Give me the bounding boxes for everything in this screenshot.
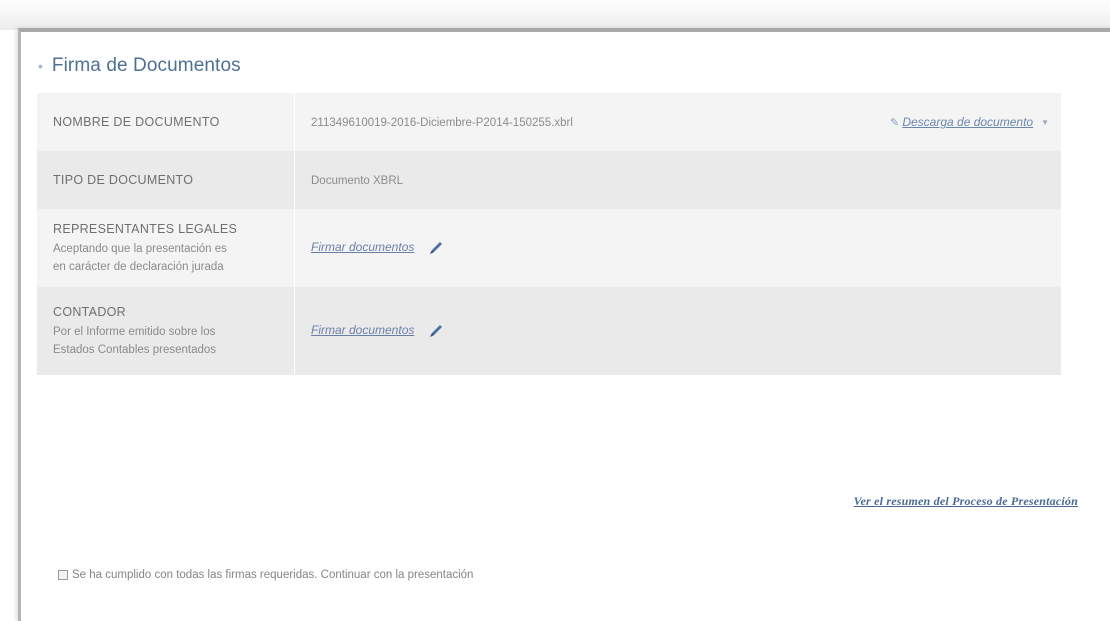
document-name-label: NOMBRE DE DOCUMENTO [53,115,220,129]
bullet-icon: • [38,58,43,74]
table-row: TIPO DE DOCUMENTO Documento XBRL [37,151,1061,209]
row-value-cell: Documento XBRL [294,151,1061,209]
top-band [0,0,1110,30]
table-row: NOMBRE DE DOCUMENTO 211349610019-2016-Di… [37,93,1061,151]
row-label-cell: CONTADOR Por el Informe emitido sobre lo… [37,287,295,375]
pen-icon[interactable] [428,240,444,256]
accountant-note-line: Por el Informe emitido sobre los [53,326,216,338]
row-value-cell: 211349610019-2016-Diciembre-P2014-150255… [294,93,1061,151]
presentation-summary-link[interactable]: Ver el resumen del Proceso de Presentaci… [854,494,1078,509]
row-label-cell: TIPO DE DOCUMENTO [37,151,295,209]
legal-representatives-label: REPRESENTANTES LEGALES [53,222,238,236]
legal-representatives-note-line: Aceptando que la presentación es [53,243,227,255]
document-name-value: 211349610019-2016-Diciembre-P2014-150255… [311,117,573,129]
download-document-control[interactable]: ✎ Descarga de documento ▼ [890,115,1049,129]
confirm-signatures-row[interactable]: Se ha cumplido con todas las firmas requ… [58,569,473,581]
paperclip-icon: ✎ [890,116,900,129]
page-title: Firma de Documentos [51,55,241,76]
sign-documents-link-representatives[interactable]: Firmar documentos [311,240,414,254]
confirm-checkbox-label[interactable]: Se ha cumplido con todas las firmas requ… [72,569,473,581]
pen-icon[interactable] [428,323,444,339]
download-document-link[interactable]: Descarga de documento [902,115,1033,129]
document-type-label: TIPO DE DOCUMENTO [53,173,194,187]
row-label-cell: NOMBRE DE DOCUMENTO [37,93,295,151]
table-row: REPRESENTANTES LEGALES Aceptando que la … [37,209,1061,287]
sign-documents-link-accountant[interactable]: Firmar documentos [311,323,414,337]
document-type-value: Documento XBRL [311,175,404,187]
section-header: • Firma de Documentos [38,55,241,77]
accountant-note-line: Estados Contables presentados [53,344,217,356]
accountant-label: CONTADOR [53,305,126,319]
row-value-cell: Firmar documentos [294,209,1061,287]
row-label-cell: REPRESENTANTES LEGALES Aceptando que la … [37,209,295,287]
documents-table: NOMBRE DE DOCUMENTO 211349610019-2016-Di… [37,93,1061,375]
table-row: CONTADOR Por el Informe emitido sobre lo… [37,287,1061,375]
row-value-cell: Firmar documentos [294,287,1061,375]
legal-representatives-note-line: en carácter de declaración jurada [53,261,224,273]
caret-down-icon[interactable]: ▼ [1041,118,1049,127]
confirm-checkbox[interactable] [58,570,68,580]
